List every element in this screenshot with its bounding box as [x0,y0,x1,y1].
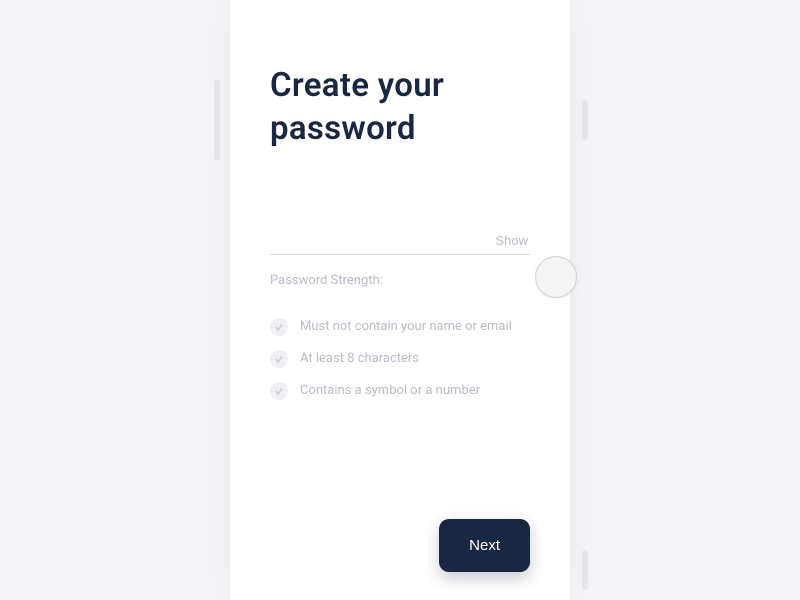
show-password-button[interactable]: Show [493,233,530,248]
requirement-item: At least 8 characters [270,350,530,368]
password-input[interactable] [270,231,493,248]
requirement-text: Must not contain your name or email [300,319,512,334]
check-circle-icon [270,318,288,336]
requirement-item: Must not contain your name or email [270,318,530,336]
page-title: Create your password [270,65,530,151]
check-circle-icon [270,350,288,368]
check-circle-icon [270,382,288,400]
decorative-bar-right-2 [582,550,588,590]
password-strength-label: Password Strength: [270,273,530,288]
decorative-bar-right-1 [582,100,588,140]
decorative-bar-left [214,80,220,160]
password-input-row: Show [270,231,530,255]
next-button[interactable]: Next [439,519,530,572]
requirement-text: At least 8 characters [300,351,419,366]
phone-frame: Create your password Show Password Stren… [230,0,570,600]
requirement-text: Contains a symbol or a number [300,383,480,398]
requirement-item: Contains a symbol or a number [270,382,530,400]
cursor-indicator-icon [535,256,577,298]
password-requirements-list: Must not contain your name or email At l… [270,318,530,400]
